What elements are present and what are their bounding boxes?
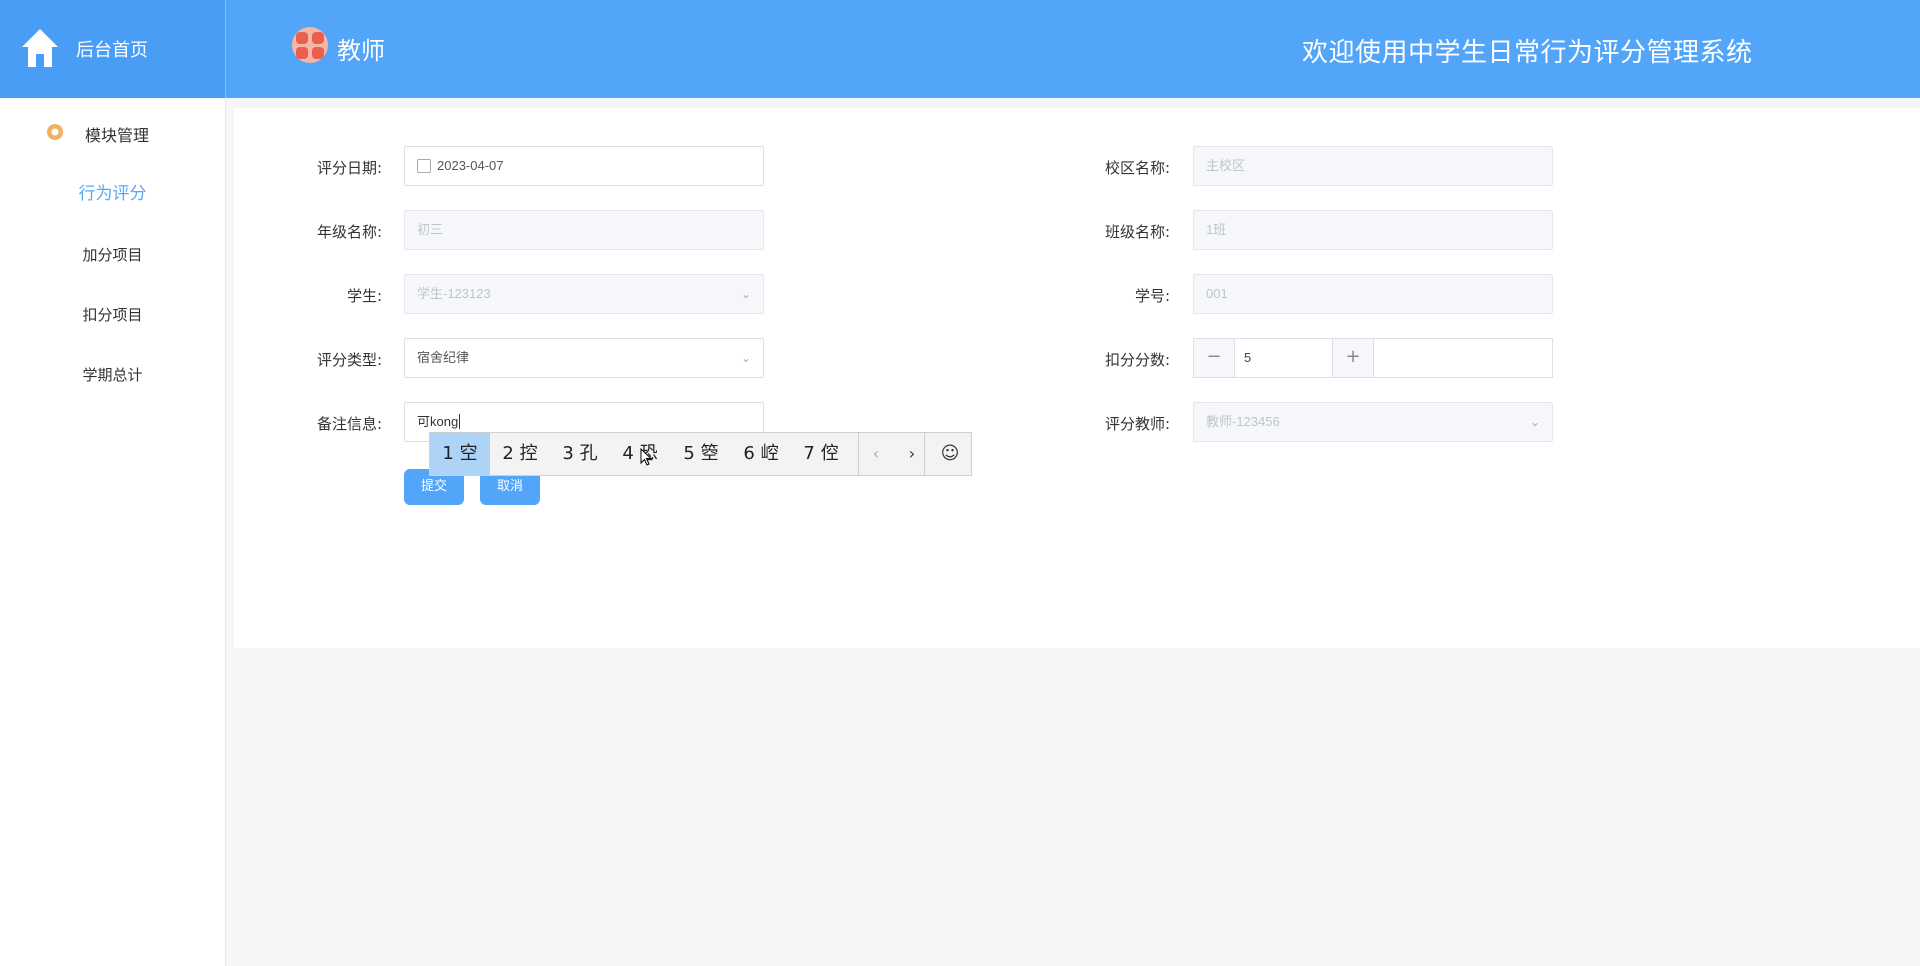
student-no-field: 001 — [1193, 274, 1553, 314]
text-caret — [459, 414, 461, 429]
ime-emoji-icon[interactable]: ☺ — [934, 433, 966, 475]
score-date-picker[interactable]: 2023-04-07 — [404, 146, 764, 186]
mouse-cursor-icon — [640, 448, 652, 466]
site-title: 欢迎使用中学生日常行为评分管理系统 — [1302, 38, 1753, 68]
label-score-type: 评分类型: — [316, 351, 382, 369]
ime-candidate[interactable]: 3 孔 — [550, 433, 610, 475]
label-student-no: 学号: — [1134, 287, 1170, 305]
score-type-select[interactable]: 宿舍纪律 ⌄ — [404, 338, 764, 378]
sidebar-group-label: 模块管理 — [85, 126, 150, 145]
decrement-button[interactable]: − — [1194, 339, 1235, 377]
campus-field: 主校区 — [1193, 146, 1553, 186]
sidebar: 模块管理 行为评分 加分项目 扣分项目 学期总计 — [0, 98, 226, 966]
label-student: 学生: — [346, 287, 382, 305]
ime-candidate-bar: 1 空 2 控 3 孔 4 恐 5 箜 6 崆 7 倥 ‹ › ☺ — [429, 432, 972, 476]
home-link[interactable]: 后台首页 — [0, 0, 226, 98]
user-name: 教师 — [337, 37, 385, 65]
chevron-down-icon: ⌄ — [740, 287, 751, 301]
student-no-value: 001 — [1206, 286, 1228, 301]
gear-icon — [47, 124, 63, 140]
score-date-value: 2023-04-07 — [437, 158, 504, 173]
label-teacher: 评分教师: — [1104, 415, 1170, 433]
ime-candidate[interactable]: 1 空 — [430, 433, 490, 475]
campus-value: 主校区 — [1206, 158, 1246, 173]
sidebar-item-deduct-items[interactable]: 扣分项目 — [0, 295, 225, 335]
deduct-value[interactable]: 5 — [1244, 339, 1251, 377]
class-field: 1班 — [1193, 210, 1553, 250]
ime-candidate[interactable]: 5 箜 — [671, 433, 731, 475]
label-remark: 备注信息: — [316, 415, 382, 433]
class-value: 1班 — [1206, 222, 1227, 237]
student-select: 学生-123123 ⌄ — [404, 274, 764, 314]
sidebar-group-module[interactable]: 模块管理 — [0, 118, 225, 154]
calendar-icon — [417, 158, 431, 173]
label-deduct: 扣分分数: — [1104, 351, 1170, 369]
user-avatar-icon — [292, 27, 328, 63]
remark-value: 可kong — [417, 414, 459, 429]
ime-prev-page-icon[interactable]: ‹ — [860, 433, 892, 475]
ime-candidate[interactable]: 2 控 — [490, 433, 550, 475]
student-value: 学生-123123 — [417, 286, 491, 301]
home-label: 后台首页 — [76, 40, 148, 61]
score-type-value: 宿舍纪律 — [417, 350, 470, 365]
grade-value: 初三 — [417, 222, 444, 237]
top-header: 后台首页 教师 欢迎使用中学生日常行为评分管理系统 — [0, 0, 1920, 98]
label-campus: 校区名称: — [1104, 159, 1170, 177]
deduct-stepper: − 5 + — [1193, 338, 1553, 378]
teacher-value: 教师-123456 — [1206, 414, 1280, 429]
sidebar-item-bonus-items[interactable]: 加分项目 — [0, 235, 225, 275]
ime-separator — [858, 433, 859, 475]
chevron-down-icon: ⌄ — [1529, 415, 1540, 429]
label-class: 班级名称: — [1104, 223, 1170, 241]
sidebar-item-term-total[interactable]: 学期总计 — [0, 355, 225, 395]
form-card — [234, 108, 1920, 648]
home-icon — [22, 29, 58, 67]
increment-button[interactable]: + — [1332, 339, 1374, 377]
ime-candidate[interactable]: 6 崆 — [731, 433, 791, 475]
label-score-date: 评分日期: — [316, 159, 382, 177]
chevron-down-icon: ⌄ — [740, 351, 751, 365]
teacher-select: 教师-123456 ⌄ — [1193, 402, 1553, 442]
sidebar-item-behavior-score[interactable]: 行为评分 — [0, 174, 225, 214]
ime-separator — [924, 433, 925, 475]
label-grade: 年级名称: — [316, 223, 382, 241]
ime-candidate[interactable]: 7 倥 — [791, 433, 851, 475]
grade-field: 初三 — [404, 210, 764, 250]
